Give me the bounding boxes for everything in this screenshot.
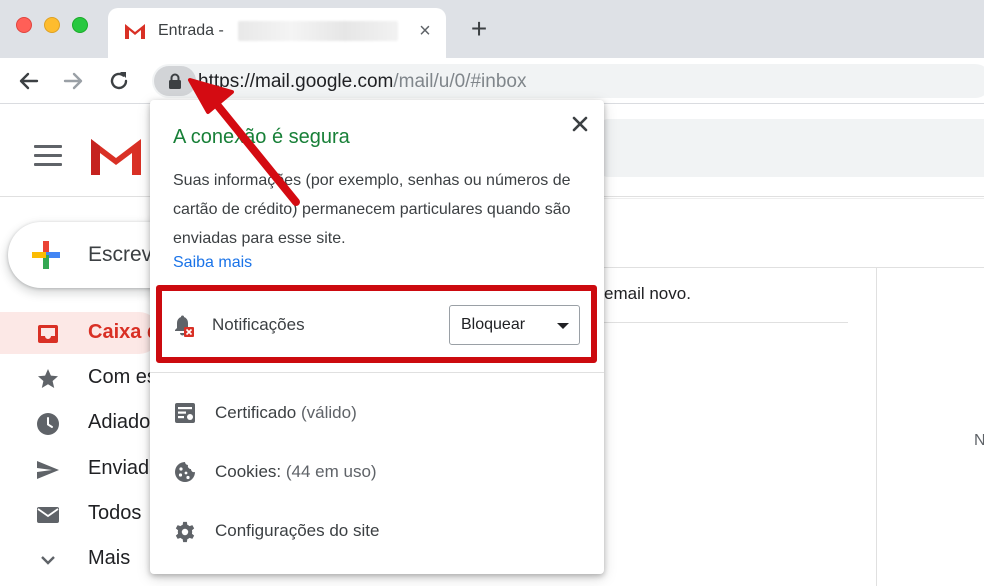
compose-label: Escrev: [88, 243, 153, 266]
browser-titlebar: Entrada - × +: [0, 0, 984, 58]
chevron-down-icon: [41, 556, 55, 565]
content-top-divider: [600, 267, 984, 268]
popup-divider: [150, 372, 604, 373]
connection-description: Suas informações (por exemplo, senhas ou…: [173, 172, 571, 247]
learn-more-link[interactable]: Saiba mais: [173, 254, 252, 272]
sidebar-item-all-mail[interactable]: Todos: [0, 493, 150, 535]
empty-inbox-text: email novo.: [604, 284, 691, 303]
sidebar-item-label: Caixa d: [88, 321, 160, 343]
certificate-icon: [175, 403, 195, 423]
browser-toolbar: https://mail.google.com/mail/u/0/#inbox: [0, 58, 984, 104]
notifications-select-value: Bloquear: [461, 316, 526, 333]
tab-title: Entrada -: [158, 22, 224, 39]
sidebar-item-snoozed[interactable]: Adiado: [0, 402, 150, 444]
tab-close-icon[interactable]: ×: [414, 20, 436, 42]
tab-title-redacted: [238, 21, 398, 41]
sidebar-item-label: Com es: [88, 366, 157, 388]
window-minimize-button[interactable]: [44, 17, 60, 33]
star-icon: [38, 369, 58, 388]
sidebar-item-starred[interactable]: Com es: [0, 357, 157, 399]
sidebar-item-label: Todos: [88, 502, 142, 524]
sidebar-item-sent[interactable]: Enviad: [0, 448, 150, 490]
site-settings-row[interactable]: Configurações do site: [215, 521, 379, 541]
sidebar-item-label: Mais: [88, 547, 131, 569]
side-panel-text: N: [974, 432, 984, 449]
close-icon[interactable]: [568, 112, 592, 136]
mail-search-bar[interactable]: [600, 119, 984, 177]
notifications-label: Notificações: [212, 315, 305, 334]
dropdown-caret-icon: [557, 323, 569, 329]
cookies-row[interactable]: Cookies: (44 em uso): [215, 462, 377, 482]
send-icon: [37, 461, 59, 479]
side-panel-divider: [876, 268, 877, 586]
gear-icon: [175, 521, 195, 543]
site-info-button[interactable]: [154, 66, 196, 96]
reload-icon[interactable]: [106, 68, 132, 94]
url-text[interactable]: https://mail.google.com/mail/u/0/#inbox: [198, 71, 526, 93]
sidebar-item-inbox[interactable]: Caixa d: [0, 312, 160, 354]
mail-icon: [37, 507, 59, 523]
main-menu-icon[interactable]: [34, 145, 62, 167]
back-arrow-icon[interactable]: [16, 68, 42, 94]
inbox-icon: [38, 325, 58, 343]
sidebar-item-more[interactable]: Mais: [0, 538, 150, 580]
browser-tab-gmail[interactable]: Entrada - ×: [108, 8, 446, 58]
connection-secure-title: A conexão é segura: [173, 126, 350, 148]
lock-icon: [169, 73, 181, 89]
main-toolbar-divider: [600, 198, 984, 199]
cookie-icon: [175, 462, 195, 482]
sidebar-item-label: Enviad: [88, 457, 150, 479]
address-bar[interactable]: https://mail.google.com/mail/u/0/#inbox: [152, 64, 984, 98]
clock-icon: [37, 413, 59, 435]
site-info-popup: A conexão é segura Suas informações (por…: [150, 100, 604, 574]
bell-blocked-icon: [175, 315, 194, 337]
gmail-favicon-icon: [125, 24, 145, 39]
window-close-button[interactable]: [16, 17, 32, 33]
new-tab-button[interactable]: +: [466, 15, 492, 43]
sidebar-item-label: Adiado: [88, 411, 151, 433]
gmail-logo-icon[interactable]: [88, 133, 144, 177]
compose-plus-icon: [32, 241, 60, 269]
window-zoom-button[interactable]: [72, 17, 88, 33]
notifications-select[interactable]: Bloquear: [449, 305, 580, 345]
certificate-row[interactable]: Certificado (válido): [215, 403, 357, 423]
list-divider: [600, 322, 848, 323]
forward-arrow-icon[interactable]: [60, 68, 86, 94]
